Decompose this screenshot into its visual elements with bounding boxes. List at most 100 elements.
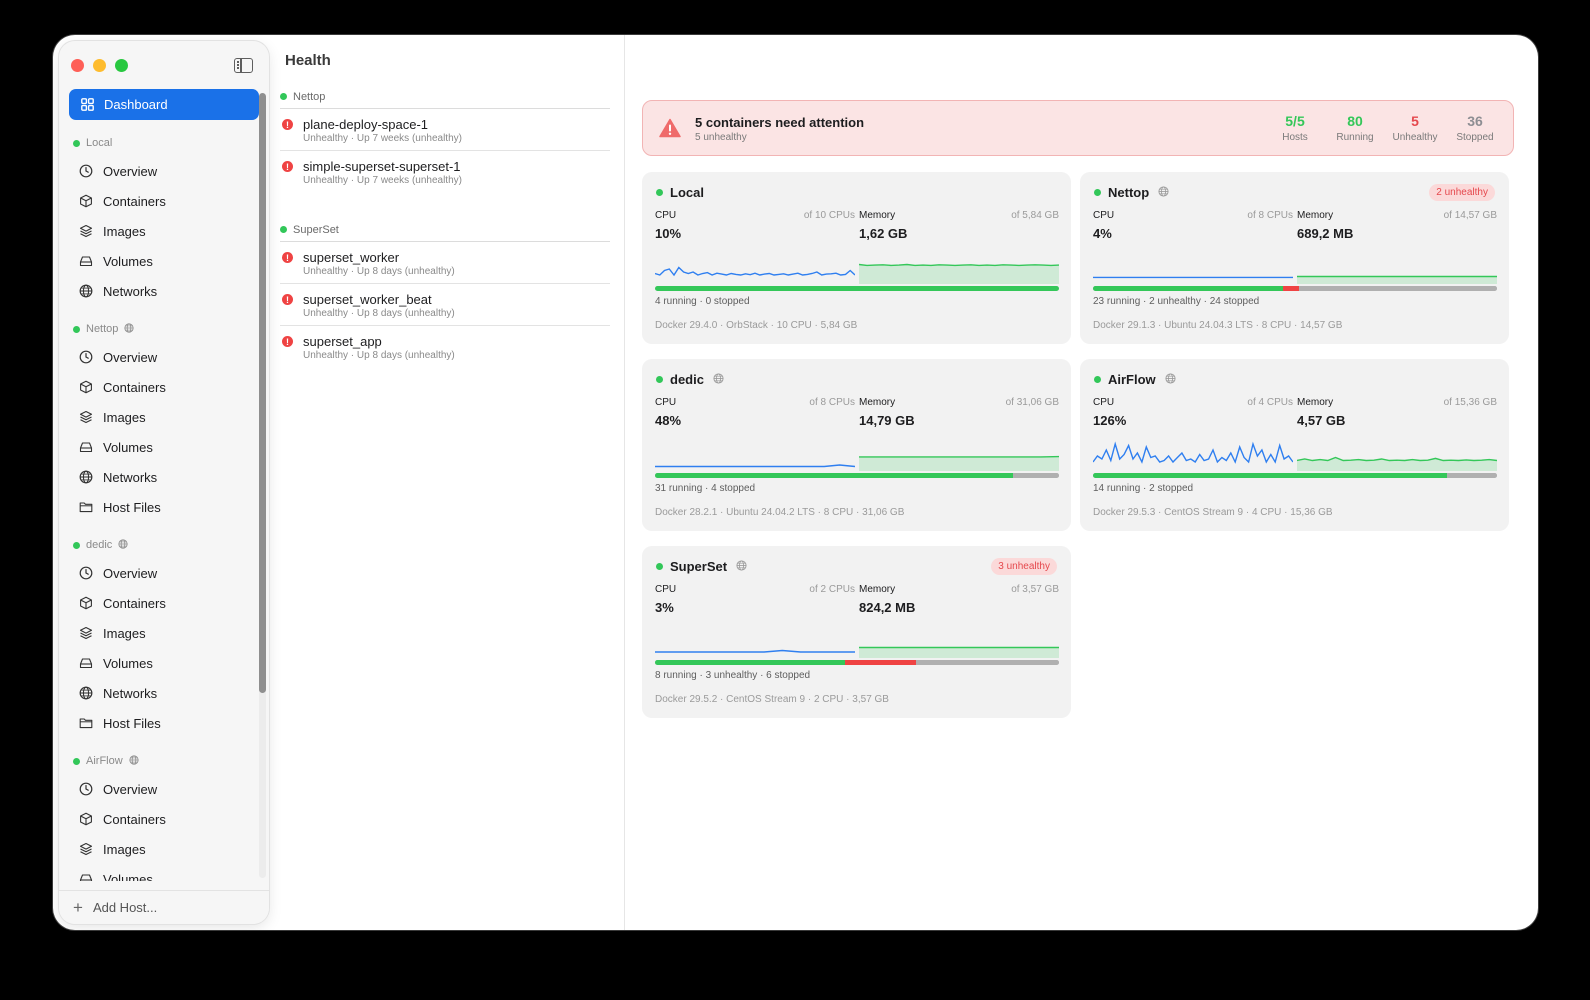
globe-icon [118, 538, 128, 552]
sidebar-toggle-icon[interactable] [234, 58, 253, 73]
sidebar-item-label: Containers [103, 811, 166, 827]
memory-value: 14,79 GB [859, 413, 915, 428]
sidebar-scrollbar-thumb[interactable] [259, 93, 266, 693]
health-pane: Health Nettop! plane-deploy-space-1 Unheal… [275, 35, 625, 930]
container-status: Unhealthy · Up 7 weeks (unhealthy) [303, 175, 462, 186]
layers-icon [79, 410, 93, 424]
add-host-label: Add Host... [92, 900, 158, 915]
app-window: Dashboard Local Overview Containers Images V… [53, 35, 1538, 930]
attention-subtitle: 5 unhealthy [695, 132, 747, 143]
sidebar-item-nettop-images[interactable]: Images [59, 402, 269, 432]
sidebar-group-header[interactable]: dedic [59, 536, 269, 554]
container-status-bar [655, 660, 1059, 665]
sidebar-item-airflow-containers[interactable]: Containers [59, 804, 269, 834]
sidebar-item-label: Host Files [103, 499, 161, 515]
exclamation-icon: ! [282, 336, 293, 347]
drive-icon [79, 254, 93, 268]
unhealthy-container-row[interactable]: ! superset_worker_beat Unhealthy · Up 8 da… [280, 284, 610, 326]
sidebar-item-dashboard[interactable]: Dashboard [69, 89, 259, 120]
sidebar-item-nettop-overview[interactable]: Overview [59, 342, 269, 372]
sidebar-item-local-images[interactable]: Images [59, 216, 269, 246]
cpu-capacity: of 10 CPUs [803, 210, 855, 221]
stopped-segment [1299, 286, 1497, 291]
container-counts: 4 running · 0 stopped [655, 296, 750, 307]
unhealthy-container-row[interactable]: ! superset_worker Unhealthy · Up 8 days (u… [280, 242, 610, 284]
host-card-local[interactable]: Local CPU of 10 CPUs 10% Memory of 5,84 GB 1,6… [642, 172, 1071, 344]
minimize-window-button[interactable] [93, 59, 106, 72]
sidebar-item-nettop-volumes[interactable]: Volumes [59, 432, 269, 462]
sidebar-group-header[interactable]: Nettop [59, 320, 269, 338]
host-card-dedic[interactable]: dedic CPU of 8 CPUs 48% Memory of 31,06 GB 14,… [642, 359, 1071, 531]
running-segment [655, 473, 1013, 478]
cpu-capacity: of 8 CPUs [1247, 210, 1293, 221]
health-group-header: SuperSet [280, 222, 610, 242]
container-status: Unhealthy · Up 8 days (unhealthy) [303, 308, 455, 319]
sidebar-item-dedic-images[interactable]: Images [59, 618, 269, 648]
container-name: superset_worker [303, 250, 400, 265]
sidebar-item-label: Volumes [103, 655, 153, 671]
sidebar-list[interactable]: Dashboard Local Overview Containers Images V… [59, 89, 269, 881]
close-window-button[interactable] [71, 59, 84, 72]
status-dot-icon [73, 541, 80, 549]
sidebar-group-header[interactable]: Local [59, 134, 269, 152]
zoom-window-button[interactable] [115, 59, 128, 72]
host-card-superset[interactable]: SuperSet 3 unhealthy CPU of 2 CPUs 3% Memory o… [642, 546, 1071, 718]
gauge-icon [79, 782, 93, 796]
add-host-button[interactable]: + Add Host... [59, 890, 269, 924]
plus-icon: + [73, 898, 83, 917]
sidebar-item-local-networks[interactable]: Networks [59, 276, 269, 306]
sidebar-item-airflow-images[interactable]: Images [59, 834, 269, 864]
sidebar-item-nettop-containers[interactable]: Containers [59, 372, 269, 402]
stat-stopped: 36 Stopped [1445, 113, 1505, 143]
health-group-nettop: Nettop! plane-deploy-space-1 Unhealthy · U… [280, 89, 610, 192]
unhealthy-segment [845, 660, 917, 665]
layers-icon [79, 842, 93, 856]
container-status: Unhealthy · Up 8 days (unhealthy) [303, 266, 455, 277]
sidebar-item-dedic-volumes[interactable]: Volumes [59, 648, 269, 678]
cpu-metric: CPU of 10 CPUs 10% [655, 210, 855, 241]
cpu-metric: CPU of 2 CPUs 3% [655, 584, 855, 615]
sidebar-item-dedic-host-files[interactable]: Host Files [59, 708, 269, 738]
sidebar-item-label: Images [103, 841, 146, 857]
memory-sparkline [858, 263, 1060, 284]
container-status-bar [1093, 286, 1497, 291]
sidebar-item-label: Overview [103, 781, 158, 797]
cpu-label: CPU [655, 584, 677, 595]
host-card-nettop[interactable]: Nettop 2 unhealthy CPU of 8 CPUs 4% Memory of … [1080, 172, 1509, 344]
sidebar-item-local-volumes[interactable]: Volumes [59, 246, 269, 276]
sidebar-item-nettop-networks[interactable]: Networks [59, 462, 269, 492]
sidebar-item-local-containers[interactable]: Containers [59, 186, 269, 216]
stat-value: 5 [1411, 113, 1419, 129]
memory-label: Memory [859, 584, 896, 595]
host-card-header: Nettop [1094, 185, 1169, 200]
folder-icon [79, 716, 93, 730]
sidebar-item-dedic-networks[interactable]: Networks [59, 678, 269, 708]
cube-icon [79, 596, 93, 610]
unhealthy-container-row[interactable]: ! superset_app Unhealthy · Up 8 days (unhe… [280, 326, 610, 367]
sidebar-item-label: Networks [103, 469, 158, 485]
exclamation-icon: ! [282, 119, 293, 130]
unhealthy-container-row[interactable]: ! simple-superset-superset-1 Unhealthy · U… [280, 151, 610, 192]
memory-value: 1,62 GB [859, 226, 908, 241]
host-card-header: AirFlow [1094, 372, 1176, 387]
sidebar-item-local-overview[interactable]: Overview [59, 156, 269, 186]
host-card-airflow[interactable]: AirFlow CPU of 4 CPUs 126% Memory of 15,36 GB… [1080, 359, 1509, 531]
sidebar-item-airflow-volumes[interactable]: Volumes [59, 864, 269, 881]
memory-label: Memory [859, 397, 896, 408]
sidebar-group-local: Local Overview Containers Images Volumes Netw… [59, 134, 269, 306]
sidebar-item-dedic-overview[interactable]: Overview [59, 558, 269, 588]
stat-label: Running [1336, 132, 1374, 143]
host-card-header: dedic [656, 372, 724, 387]
sidebar-item-nettop-host-files[interactable]: Host Files [59, 492, 269, 522]
sidebar-item-dedic-containers[interactable]: Containers [59, 588, 269, 618]
memory-label: Memory [1297, 397, 1334, 408]
globe-icon [1158, 185, 1169, 200]
memory-value: 824,2 MB [859, 600, 916, 615]
sidebar-group-header[interactable]: AirFlow [59, 752, 269, 770]
unhealthy-container-row[interactable]: ! plane-deploy-space-1 Unhealthy · Up 7 we… [280, 109, 610, 151]
sidebar-item-airflow-overview[interactable]: Overview [59, 774, 269, 804]
sidebar-group-name: Local [86, 137, 113, 149]
host-system-info: Docker 29.5.3 · CentOS Stream 9 · 4 CPU … [1093, 507, 1333, 518]
host-system-info: Docker 28.2.1 · Ubuntu 24.04.2 LTS · 8 C… [655, 507, 905, 518]
cpu-label: CPU [655, 397, 677, 408]
